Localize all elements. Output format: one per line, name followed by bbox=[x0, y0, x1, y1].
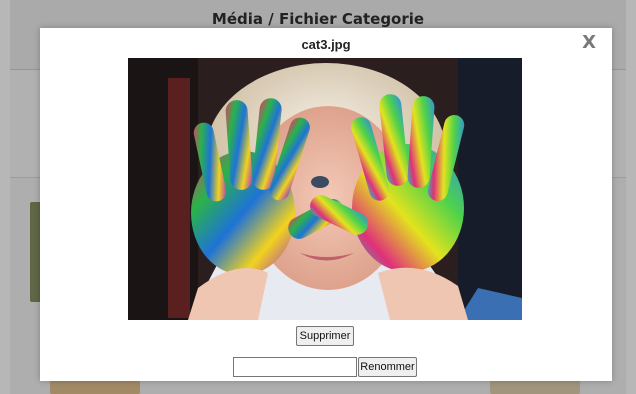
preview-image bbox=[128, 58, 522, 320]
image-preview-modal: cat3.jpg X Supprimer Renommer bbox=[40, 28, 612, 381]
preview-image-graphic bbox=[128, 58, 522, 320]
modal-title: cat3.jpg bbox=[301, 37, 351, 52]
rename-button[interactable]: Renommer bbox=[358, 357, 417, 377]
delete-button[interactable]: Supprimer bbox=[296, 326, 354, 346]
close-button[interactable]: X bbox=[582, 32, 596, 53]
rename-input[interactable] bbox=[233, 357, 357, 377]
